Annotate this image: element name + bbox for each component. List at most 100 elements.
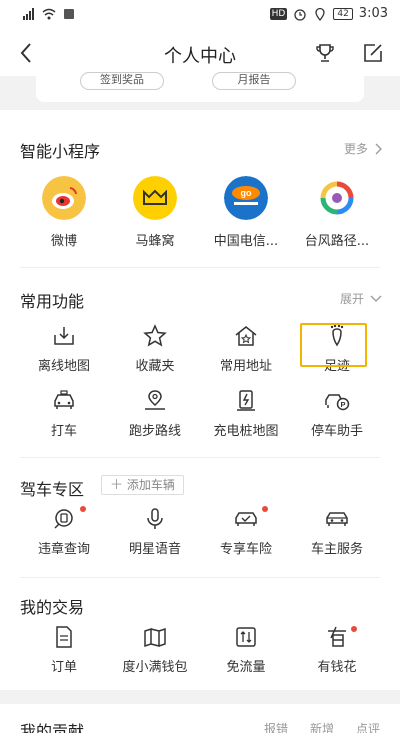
section-gap: [0, 690, 400, 704]
func-label: 离线地图: [37, 359, 90, 374]
driving-star-voice[interactable]: 明星语音: [105, 506, 205, 557]
mafengwo-icon: [133, 176, 177, 220]
china-telecom-icon: go: [224, 176, 268, 220]
wallet-icon: [144, 627, 166, 648]
mini-programs-more-link[interactable]: 更多: [344, 140, 382, 157]
edit-icon[interactable]: [362, 42, 384, 64]
mini-program-weibo[interactable]: 微博: [14, 176, 114, 249]
signal-icon: [23, 8, 34, 20]
func-label: 停车助手: [310, 424, 363, 439]
func-running-route[interactable]: 跑步路线: [105, 388, 205, 439]
red-dot-badge: [351, 626, 357, 632]
red-dot-badge: [80, 506, 86, 512]
sign-in-reward-button[interactable]: 签到奖品: [80, 72, 164, 90]
driving-car-insurance[interactable]: 专享车险: [196, 506, 296, 557]
svg-text:P: P: [340, 400, 345, 409]
monthly-report-button[interactable]: 月报告: [212, 72, 296, 90]
add-car-label: 添加车辆: [126, 478, 175, 492]
violation-icon: [54, 509, 73, 529]
common-functions-title: 常用功能: [20, 292, 85, 311]
mini-program-label: 马蜂窝: [135, 234, 175, 249]
offline-map-icon: [54, 327, 74, 345]
loan-icon: [328, 626, 346, 647]
home-star-icon: [235, 326, 257, 346]
my-contribution-title: 我的贡献: [20, 722, 85, 733]
typhoon-icon: [315, 176, 359, 220]
func-label: 充电桩地图: [213, 424, 279, 439]
trade-loan[interactable]: 有钱花: [287, 624, 387, 675]
status-bar: HD 42 3:03: [0, 0, 400, 30]
top-card: 签到奖品 月报告: [36, 72, 364, 102]
trade-label: 有钱花: [317, 660, 357, 675]
report-error-link[interactable]: 报错: [264, 720, 288, 733]
star-icon: [143, 324, 167, 347]
func-frequent-address[interactable]: 常用地址: [196, 323, 296, 374]
driving-zone-section: 驾车专区 违章查询 明星语音 专享车险 车主服务: [0, 458, 400, 578]
nav-bar: 个人中心: [0, 30, 400, 76]
top-card-area: 签到奖品 月报告: [0, 72, 400, 110]
trade-orders[interactable]: 订单: [14, 624, 114, 675]
func-offline-map[interactable]: 离线地图: [14, 323, 114, 374]
trade-wallet[interactable]: 度小满钱包: [105, 624, 205, 675]
driving-zone-title: 驾车专区: [20, 480, 85, 499]
alarm-icon: [294, 8, 306, 21]
weibo-icon: [42, 176, 86, 220]
chevron-down-icon: [370, 295, 382, 302]
my-trades-title: 我的交易: [20, 598, 85, 617]
running-route-icon: [145, 390, 165, 410]
driving-label: 违章查询: [37, 542, 90, 557]
notification-icon: [64, 9, 74, 19]
free-data-icon: [236, 627, 256, 647]
page-title: 个人中心: [164, 46, 236, 67]
func-charging-map[interactable]: 充电桩地图: [196, 388, 296, 439]
driving-violation-query[interactable]: 违章查询: [14, 506, 114, 557]
chevron-right-icon: [375, 143, 382, 154]
hd-badge: HD: [269, 7, 288, 20]
mini-programs-title: 智能小程序: [20, 142, 101, 161]
my-trades-section: 我的交易 订单 度小满钱包 免流量 有钱花: [0, 578, 400, 690]
func-label: 收藏夹: [135, 359, 175, 374]
mini-program-label: 微博: [50, 234, 77, 249]
trade-label: 度小满钱包: [122, 660, 188, 675]
more-label: 更多: [343, 142, 368, 156]
add-car-button[interactable]: ＋ 添加车辆: [101, 475, 184, 495]
status-left: [22, 7, 76, 21]
status-time: 3:03: [358, 6, 388, 21]
trophy-icon[interactable]: [314, 42, 336, 64]
plus-icon: ＋: [110, 478, 124, 493]
car-insurance-icon: [235, 512, 257, 526]
mini-program-label: 中国电信...: [213, 234, 279, 249]
expand-label: 展开: [339, 292, 364, 306]
func-label: 常用地址: [219, 359, 272, 374]
mini-program-mafengwo[interactable]: 马蜂窝: [105, 176, 205, 249]
trade-label: 订单: [50, 660, 77, 675]
charging-pile-icon: [237, 390, 255, 411]
driving-car-owner-service[interactable]: 车主服务: [287, 506, 387, 557]
mini-program-china-telecom[interactable]: go 中国电信...: [196, 176, 296, 249]
func-favorites[interactable]: 收藏夹: [105, 323, 205, 374]
func-parking-assistant[interactable]: P 停车助手: [287, 388, 387, 439]
order-icon: [56, 626, 72, 648]
location-icon: [315, 7, 325, 21]
footprint-highlight-box: [300, 323, 367, 367]
trade-free-data[interactable]: 免流量: [196, 624, 296, 675]
driving-label: 明星语音: [128, 542, 181, 557]
status-right: HD 42 3:03: [269, 6, 388, 21]
trade-label: 免流量: [226, 660, 266, 675]
parking-icon: P: [325, 394, 350, 411]
battery-indicator: 42: [333, 7, 353, 20]
mini-programs-section: 智能小程序 更多 微博 马蜂窝 go 中国电信... 台风路径...: [0, 124, 400, 268]
func-label: 跑步路线: [128, 424, 181, 439]
mini-program-typhoon[interactable]: 台风路径...: [287, 176, 387, 249]
driving-label: 专享车险: [219, 542, 272, 557]
contribution-links: 报错 新增 点评: [264, 720, 380, 733]
review-link[interactable]: 点评: [356, 720, 380, 733]
svg-text:go: go: [241, 188, 252, 198]
red-dot-badge: [262, 506, 268, 512]
microphone-icon: [147, 508, 163, 529]
add-new-link[interactable]: 新增: [310, 720, 334, 733]
wifi-icon: [42, 8, 56, 20]
expand-button[interactable]: 展开: [340, 290, 382, 307]
taxi-icon: [54, 390, 74, 409]
func-taxi[interactable]: 打车: [14, 388, 114, 439]
